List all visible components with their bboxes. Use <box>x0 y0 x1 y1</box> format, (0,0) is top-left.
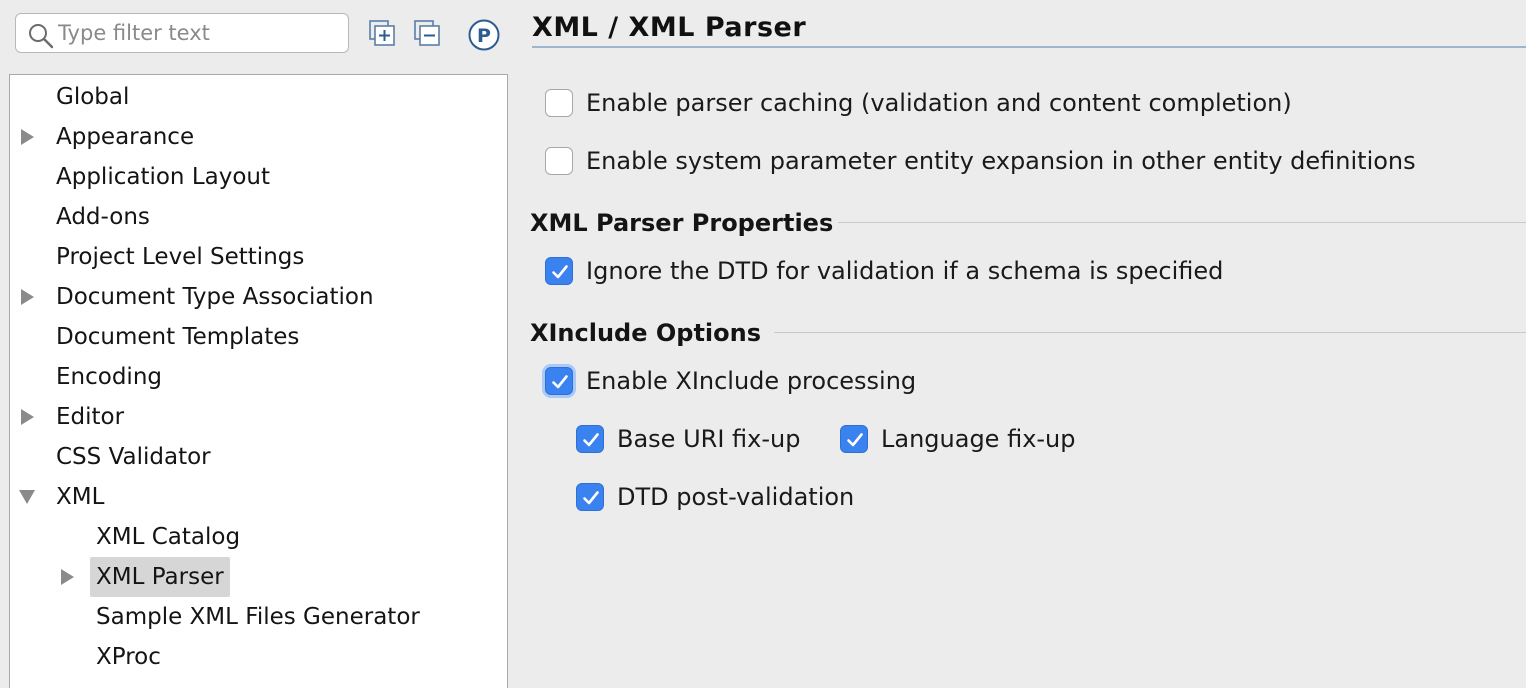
checkbox-unchecked-icon[interactable] <box>545 147 573 175</box>
collapse-all-icon[interactable] <box>414 20 442 48</box>
tree-item[interactable]: Encoding <box>10 357 507 397</box>
tree-item[interactable]: Add-ons <box>10 197 507 237</box>
checkbox-checked-icon[interactable] <box>576 483 604 511</box>
preferences-tree: Global Appearance Application Layout Add-on… <box>9 74 508 688</box>
filter-search-box[interactable] <box>15 13 349 53</box>
tree-item[interactable]: Project Level Settings <box>10 237 507 277</box>
entity-expansion-label: Enable system parameter entity expansion… <box>586 147 1416 175</box>
preferences-window: P Global Appearance Application Layout Add-… <box>0 0 1526 688</box>
tree-item-label: XML <box>56 484 105 510</box>
tree-item-label: Appearance <box>56 124 195 150</box>
checkbox-checked-icon[interactable] <box>545 257 573 285</box>
tree-item-label: Application Layout <box>56 164 271 190</box>
tree-item[interactable]: Document Type Association <box>10 277 507 317</box>
parser-properties-title: XML Parser Properties <box>530 209 834 237</box>
tree-item-label: CSS Validator <box>56 444 211 470</box>
tree-item-label: XML Parser <box>90 557 230 597</box>
tree-item-label: Encoding <box>56 364 162 390</box>
tree-item[interactable]: XML Parser <box>10 557 507 597</box>
checkbox-checked-icon[interactable] <box>840 425 868 453</box>
tree-item[interactable]: Appearance <box>10 117 507 157</box>
page-title: XML / XML Parser <box>532 12 807 43</box>
tree-item[interactable]: XProc <box>10 637 507 677</box>
tree-item[interactable]: XML Catalog <box>10 517 507 557</box>
title-divider <box>532 46 1526 48</box>
project-options-icon[interactable]: P <box>467 18 501 52</box>
ignore-dtd-label: Ignore the DTD for validation if a schem… <box>586 257 1224 285</box>
checkbox-checked-icon[interactable] <box>545 367 573 395</box>
tree-item[interactable]: Editor <box>10 397 507 437</box>
expand-all-icon[interactable] <box>369 20 397 48</box>
section-divider <box>774 332 1526 333</box>
tree-item-label: Project Level Settings <box>56 244 305 270</box>
tree-item-label: Editor <box>56 404 125 430</box>
tree-item-label: Sample XML Files Generator <box>96 604 420 630</box>
checkbox-unchecked-icon[interactable] <box>545 89 573 117</box>
tree-item-label: XML Catalog <box>96 524 241 550</box>
tree-item[interactable]: XML <box>10 477 507 517</box>
search-icon <box>28 23 54 53</box>
tree-item-label: Global <box>56 84 130 110</box>
language-fixup-label: Language fix-up <box>881 425 1076 453</box>
tree-item-label: Document Type Association <box>56 284 374 310</box>
tree-item-label: Document Templates <box>56 324 300 350</box>
tree-item[interactable]: Global <box>10 77 507 117</box>
tree-item[interactable]: Document Templates <box>10 317 507 357</box>
enable-xinclude-label: Enable XInclude processing <box>586 367 917 395</box>
dtd-post-validation-label: DTD post-validation <box>617 483 855 511</box>
tree-item[interactable]: CSS Validator <box>10 437 507 477</box>
section-divider <box>838 222 1526 223</box>
project-icon-letter: P <box>477 25 491 47</box>
parser-caching-label: Enable parser caching (validation and co… <box>586 89 1292 117</box>
filter-input[interactable] <box>58 18 343 48</box>
tree-item-label: XProc <box>96 644 161 670</box>
base-uri-fixup-label: Base URI fix-up <box>617 425 801 453</box>
checkbox-checked-icon[interactable] <box>576 425 604 453</box>
xinclude-options-title: XInclude Options <box>530 319 762 347</box>
tree-item[interactable]: Sample XML Files Generator <box>10 597 507 637</box>
tree-item-label: Add-ons <box>56 204 150 230</box>
tree-item[interactable]: Application Layout <box>10 157 507 197</box>
